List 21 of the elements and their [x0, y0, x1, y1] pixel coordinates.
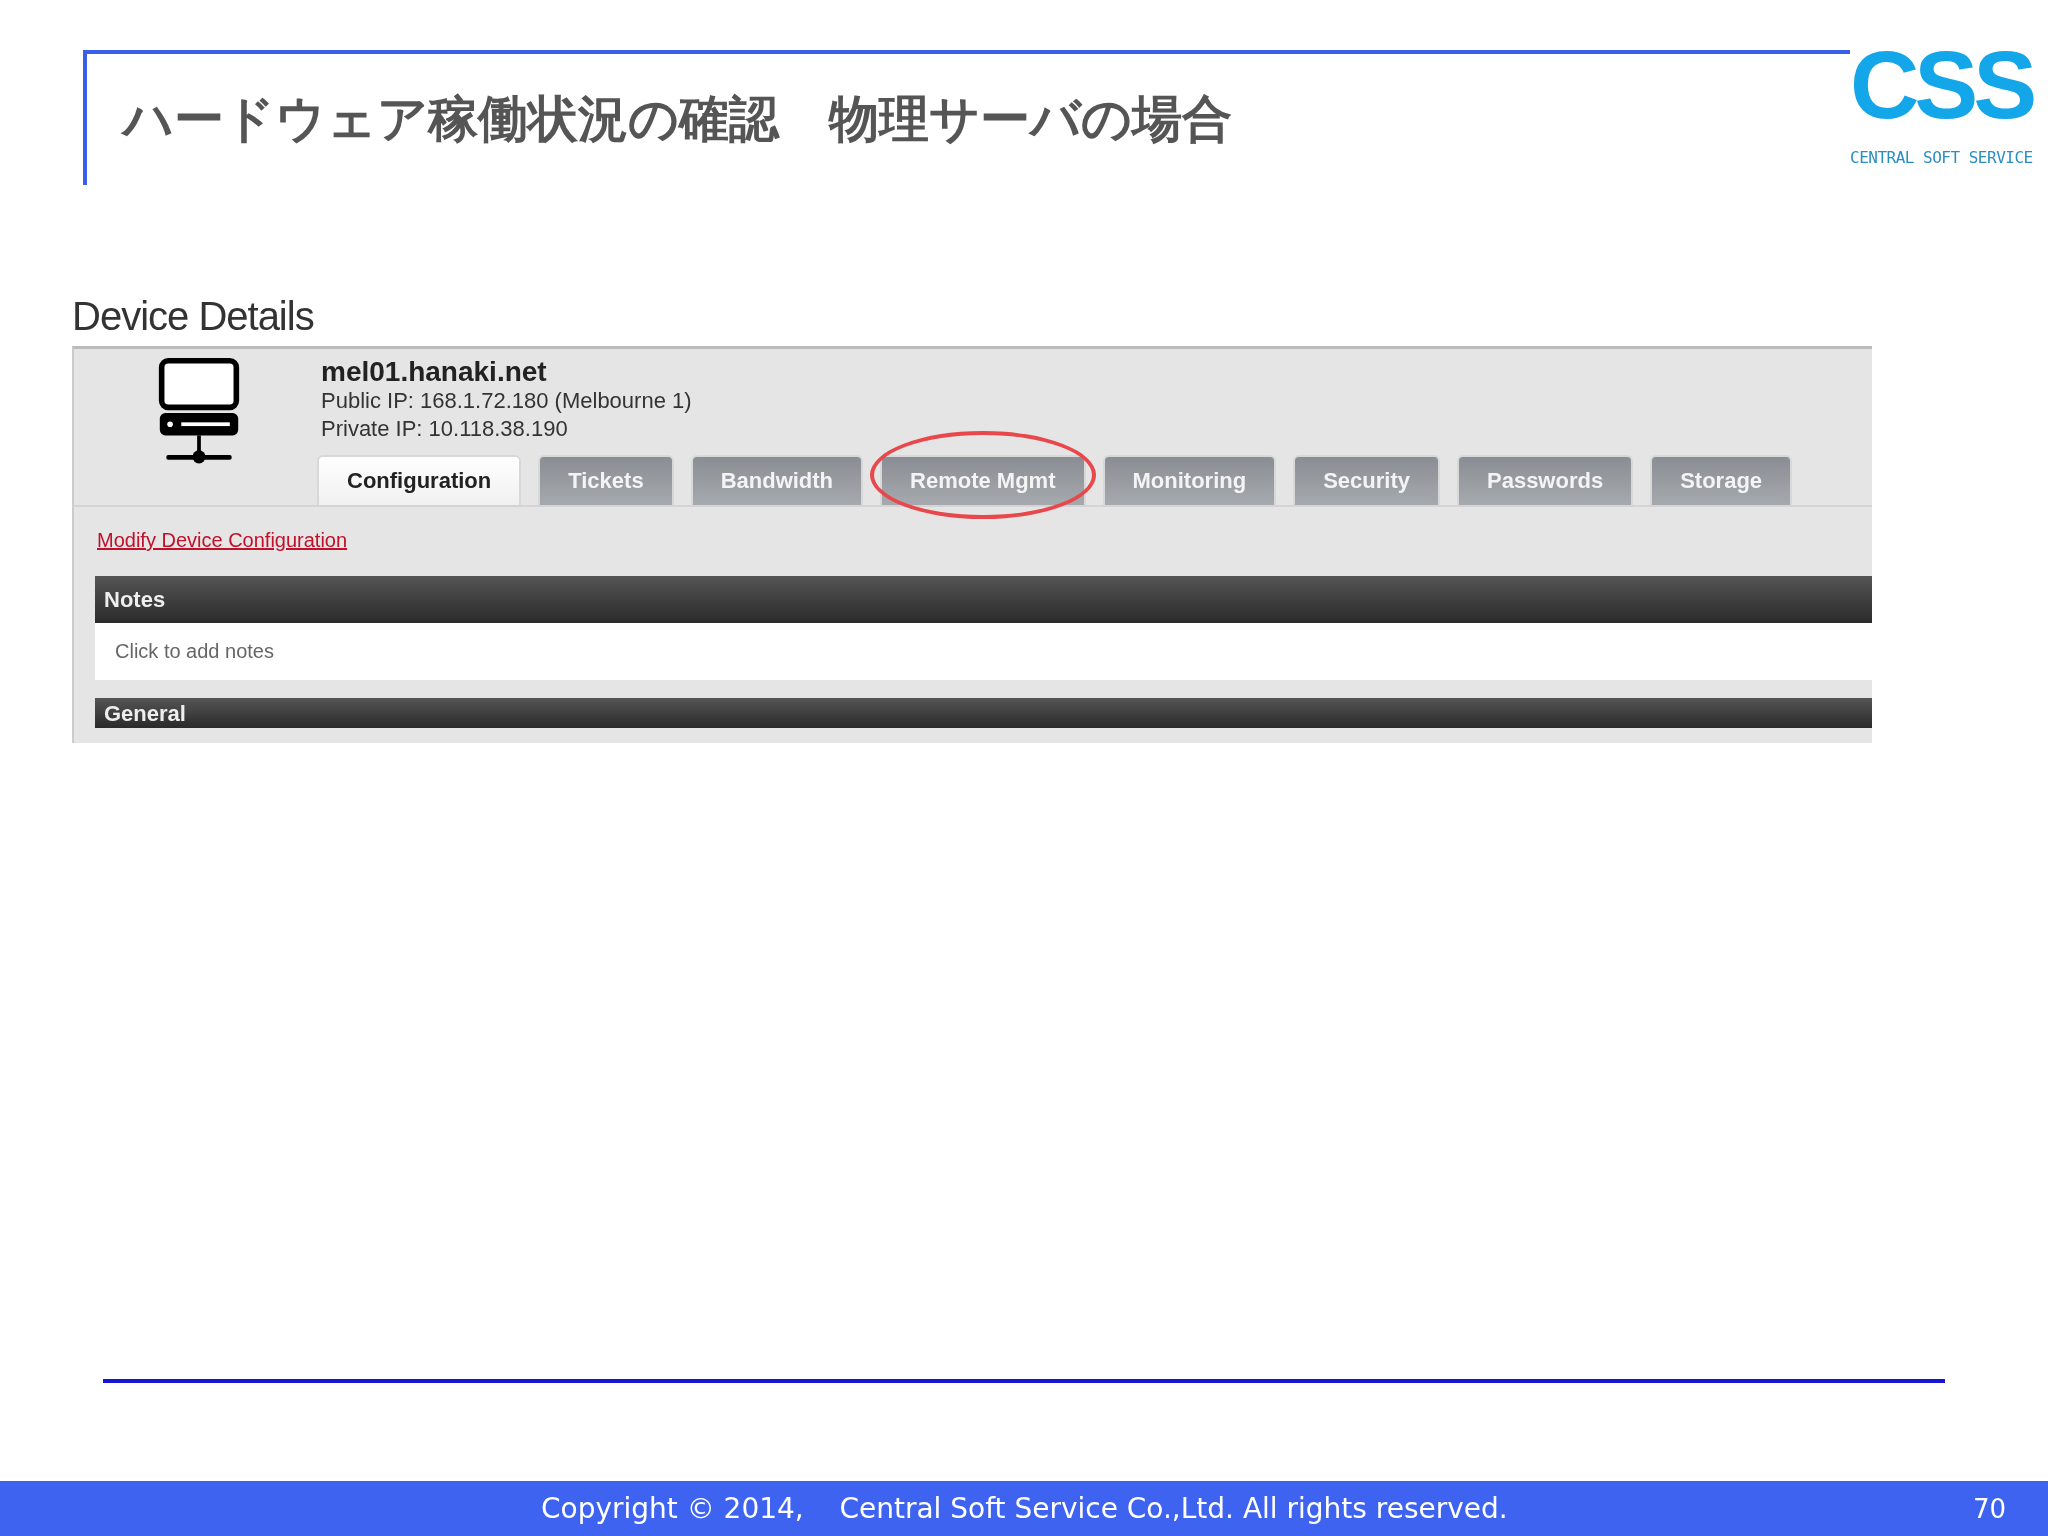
section-heading: Device Details [72, 293, 315, 340]
tab[interactable]: Storage [1650, 455, 1793, 505]
notes-header: Notes [95, 576, 1872, 623]
tab[interactable]: Security [1293, 455, 1440, 505]
logo-wordmark: CSS [1850, 30, 2033, 140]
tab[interactable]: Remote Mgmt [880, 455, 1086, 505]
page-number: 70 [1972, 1493, 2006, 1524]
logo-tagline: CENTRAL SOFT SERVICE [1850, 148, 2033, 167]
notes-field[interactable]: Click to add notes [95, 623, 1872, 680]
public-ip-text: Public IP: 168.1.72.180 (Melbourne 1) [321, 387, 693, 415]
tab[interactable]: Configuration [317, 455, 522, 505]
modify-config-link[interactable]: Modify Device Configuration [97, 529, 348, 552]
private-ip-text: Private IP: 10.118.38.190 [321, 415, 569, 443]
device-hostname: mel01.hanaki.net [321, 357, 548, 387]
copyright-text: Copyright © 2014, Central Soft Service Co.,Ltd. All rights reserved. [541, 1492, 1508, 1525]
tab[interactable]: Tickets [538, 455, 674, 505]
tab[interactable]: Passwords [1457, 455, 1634, 505]
tab[interactable]: Bandwidth [690, 455, 864, 505]
general-header: General [95, 698, 1872, 728]
tab[interactable]: Monitoring [1102, 455, 1277, 505]
slide-title: ハードウェア稼働状況の確認 物理サーバの場合 [123, 89, 1232, 150]
